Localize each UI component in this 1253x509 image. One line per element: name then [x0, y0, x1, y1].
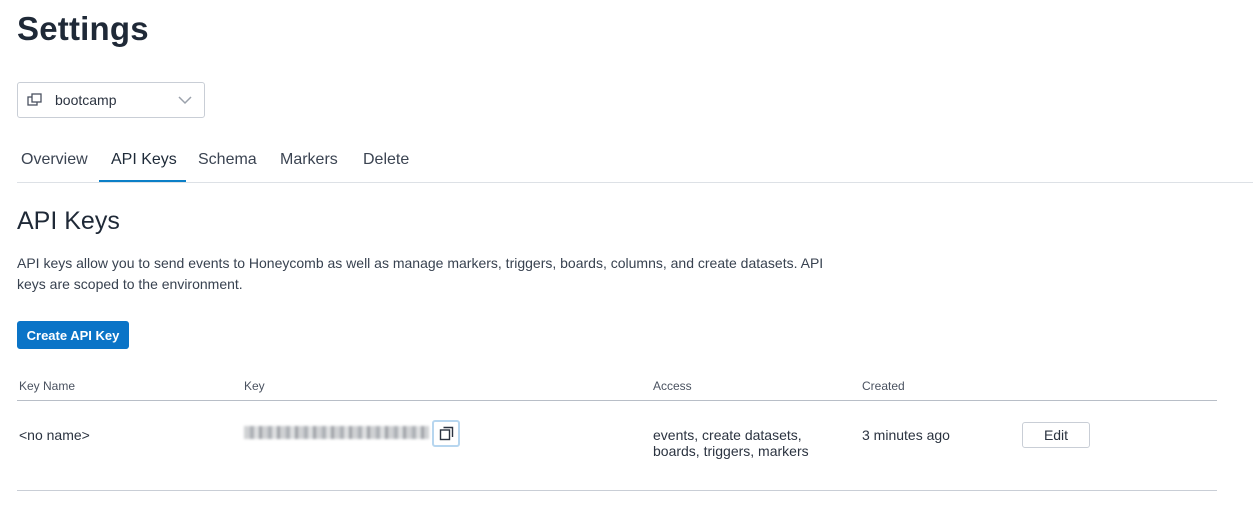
section-description: API keys allow you to send events to Hon…	[17, 255, 824, 292]
section-title: API Keys	[17, 207, 120, 235]
access-line: boards, triggers, markers	[653, 443, 809, 459]
chevron-down-icon	[178, 93, 192, 107]
create-api-key-button[interactable]: Create API Key	[17, 321, 129, 349]
copy-icon	[439, 426, 454, 441]
header-created: Created	[862, 379, 905, 393]
table-header: Key Name Key Access Created	[17, 372, 1217, 401]
tab-delete[interactable]: Delete	[363, 151, 409, 182]
key-name-cell: <no name>	[19, 427, 90, 443]
environment-name: bootcamp	[55, 92, 117, 108]
settings-tabs: Overview API Keys Schema Markers Delete	[17, 141, 1253, 183]
settings-page: Settings bootcamp Overview API Keys Sche…	[0, 0, 1253, 509]
active-tab-indicator	[99, 180, 186, 182]
page-title: Settings	[17, 10, 149, 47]
environment-icon	[27, 92, 43, 108]
header-access: Access	[653, 379, 692, 393]
tab-markers[interactable]: Markers	[280, 151, 338, 182]
tab-schema[interactable]: Schema	[198, 151, 257, 182]
masked-key-value	[244, 426, 429, 439]
tab-api-keys[interactable]: API Keys	[111, 151, 177, 182]
created-cell: 3 minutes ago	[862, 427, 950, 443]
edit-button[interactable]: Edit	[1022, 422, 1090, 448]
table-row: <no name> events, create datasets, board…	[17, 400, 1217, 491]
access-line: events, create datasets,	[653, 427, 802, 443]
access-cell: events, create datasets, boards, trigger…	[653, 427, 809, 459]
tab-overview[interactable]: Overview	[21, 151, 88, 182]
header-key: Key	[244, 379, 265, 393]
environment-selector[interactable]: bootcamp	[17, 82, 205, 118]
header-key-name: Key Name	[19, 379, 76, 393]
copy-key-button[interactable]	[432, 420, 460, 447]
